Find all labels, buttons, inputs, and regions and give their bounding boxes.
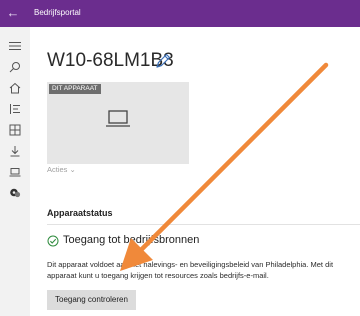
app-title: Bedrijfsportal xyxy=(34,8,81,17)
support-icon[interactable] xyxy=(3,184,27,202)
compliance-description: Dit apparaat voldoet aan het nalevings- … xyxy=(47,259,334,280)
devices-icon[interactable] xyxy=(3,163,27,181)
apps-list-icon[interactable] xyxy=(3,100,27,118)
hamburger-menu-icon[interactable] xyxy=(3,37,27,55)
navigation-rail xyxy=(0,27,30,316)
title-bar: ← Bedrijfsportal xyxy=(0,0,360,27)
app-categories-icon[interactable] xyxy=(3,121,27,139)
device-details: W10-68LM1B3 DIT APPARAAT Acties ⌄ Appara… xyxy=(30,27,360,316)
pencil-icon[interactable] xyxy=(154,52,172,70)
section-heading: Apparaatstatus xyxy=(47,208,113,218)
device-tile: DIT APPARAAT xyxy=(47,82,189,164)
back-arrow-icon[interactable]: ← xyxy=(6,5,20,21)
home-icon[interactable] xyxy=(3,79,27,97)
actions-dropdown[interactable]: Acties ⌄ xyxy=(47,165,76,175)
check-circle-icon xyxy=(47,234,59,252)
access-title: Toegang tot bedrijfsbronnen xyxy=(63,234,200,246)
check-access-button[interactable]: Toegang controleren xyxy=(47,290,136,310)
download-icon[interactable] xyxy=(3,142,27,160)
laptop-icon xyxy=(105,109,131,134)
search-icon[interactable] xyxy=(3,58,27,76)
section-divider xyxy=(47,224,360,225)
this-device-badge: DIT APPARAAT xyxy=(49,84,101,94)
